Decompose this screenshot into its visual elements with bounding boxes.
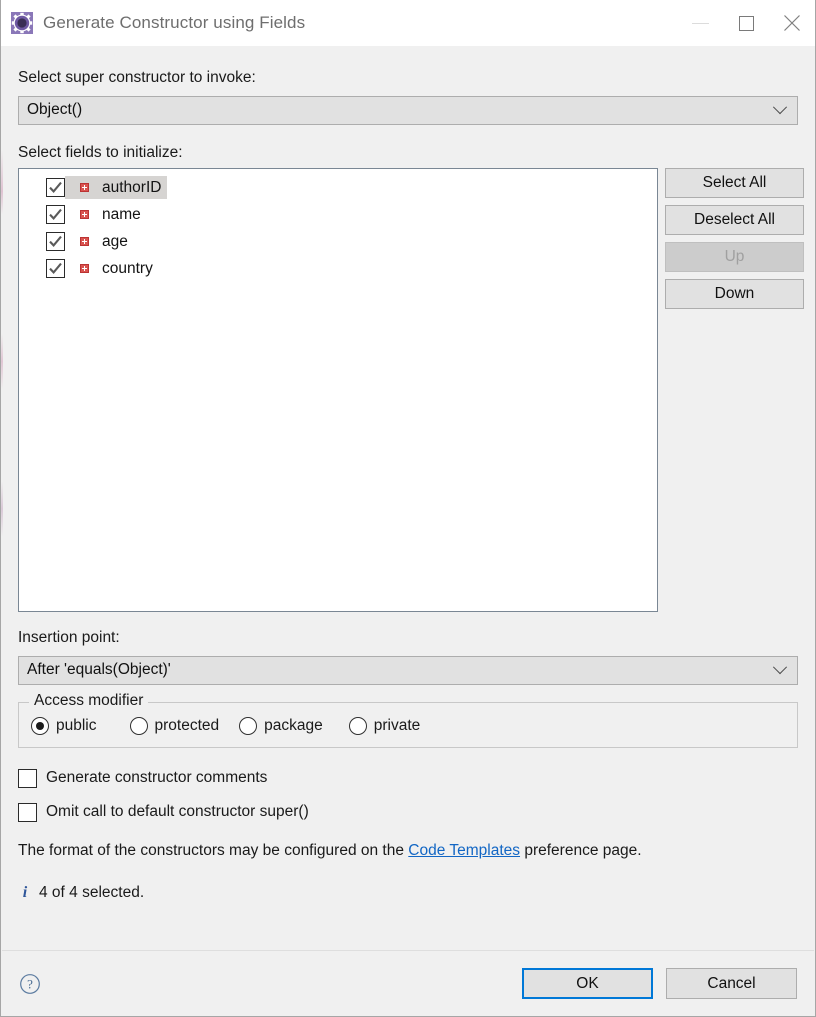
maximize-icon xyxy=(738,15,754,31)
chevron-down-icon xyxy=(772,660,788,675)
insertion-point-value: After 'equals(Object)' xyxy=(27,661,171,678)
private-field-icon xyxy=(76,264,92,273)
radio-public[interactable]: public xyxy=(31,716,97,735)
checkbox-indicator xyxy=(18,802,37,822)
radio-label: package xyxy=(264,716,323,734)
title-bar: Generate Constructor using Fields xyxy=(1,0,815,47)
access-modifier-group: Access modifier public protected package… xyxy=(18,692,798,748)
move-down-button[interactable]: Down xyxy=(665,279,804,309)
access-modifier-radios: public protected package private xyxy=(31,716,421,735)
close-icon xyxy=(784,15,800,31)
hint-suffix: preference page. xyxy=(520,841,642,859)
field-action-buttons: Select All Deselect All Up Down xyxy=(665,168,804,309)
field-entry[interactable]: country xyxy=(65,257,159,280)
svg-text:?: ? xyxy=(27,976,33,991)
super-constructor-combo[interactable]: Object() xyxy=(18,95,798,125)
minimize-button[interactable] xyxy=(677,0,723,46)
status-line: i 4 of 4 selected. xyxy=(18,884,798,902)
field-checkbox[interactable] xyxy=(46,259,65,278)
ok-button[interactable]: OK xyxy=(522,968,653,999)
list-item[interactable]: name xyxy=(19,201,657,228)
field-name: name xyxy=(102,205,141,223)
fields-label: Select fields to initialize: xyxy=(18,143,183,161)
field-entry[interactable]: age xyxy=(65,230,134,253)
private-field-icon xyxy=(76,237,92,246)
minimize-icon xyxy=(691,22,709,24)
option-label: Generate constructor comments xyxy=(46,769,268,786)
select-all-button[interactable]: Select All xyxy=(665,168,804,198)
generate-constructor-dialog: Generate Constructor using Fields Select… xyxy=(0,0,816,1017)
maximize-button[interactable] xyxy=(723,0,769,46)
field-entry[interactable]: authorID xyxy=(65,176,168,199)
radio-label: public xyxy=(56,716,97,734)
insertion-point-label: Insertion point: xyxy=(18,629,120,646)
field-checkbox[interactable] xyxy=(46,205,65,224)
list-item[interactable]: country xyxy=(19,255,657,282)
super-constructor-value: Object() xyxy=(27,101,83,118)
radio-indicator xyxy=(239,716,258,735)
radio-protected[interactable]: protected xyxy=(129,716,220,735)
super-constructor-dropdown-arrow[interactable] xyxy=(763,100,797,115)
move-up-button: Up xyxy=(665,242,804,272)
deselect-all-button[interactable]: Deselect All xyxy=(665,205,804,235)
radio-indicator xyxy=(31,716,49,735)
checkbox-indicator xyxy=(18,768,37,788)
list-item[interactable]: authorID xyxy=(19,174,657,201)
access-modifier-legend: Access modifier xyxy=(29,692,149,708)
field-name: country xyxy=(102,259,153,277)
check-icon xyxy=(49,208,62,220)
cancel-button[interactable]: Cancel xyxy=(666,968,797,999)
fields-region: authorID name age country Select All Des… xyxy=(18,168,804,612)
code-templates-link[interactable]: Code Templates xyxy=(408,842,520,859)
info-icon: i xyxy=(22,883,28,901)
field-checkbox[interactable] xyxy=(46,232,65,251)
fields-listbox[interactable]: authorID name age country xyxy=(18,168,658,612)
field-name: authorID xyxy=(102,178,162,196)
dialog-footer: ? OK Cancel xyxy=(2,950,814,1016)
insertion-point-dropdown-arrow[interactable] xyxy=(763,660,797,675)
check-icon xyxy=(49,262,62,274)
insertion-point-combo[interactable]: After 'equals(Object)' xyxy=(18,655,798,685)
dialog-content: Select super constructor to invoke: Obje… xyxy=(1,47,815,1016)
generate-comments-option[interactable]: Generate constructor comments xyxy=(18,768,798,788)
hint-prefix: The format of the constructors may be co… xyxy=(18,841,409,859)
help-icon[interactable]: ? xyxy=(19,973,41,995)
window-controls xyxy=(677,0,815,46)
list-item[interactable]: age xyxy=(19,228,657,255)
field-checkbox[interactable] xyxy=(46,178,65,197)
radio-indicator xyxy=(129,716,148,735)
field-entry[interactable]: name xyxy=(65,203,147,226)
radio-label: protected xyxy=(154,716,220,734)
radio-package[interactable]: package xyxy=(239,716,323,735)
radio-label: private xyxy=(373,716,421,734)
close-button[interactable] xyxy=(769,0,815,46)
private-field-icon xyxy=(76,210,92,219)
radio-private[interactable]: private xyxy=(348,716,421,735)
check-icon xyxy=(49,181,62,193)
check-icon xyxy=(49,235,62,247)
omit-super-call-option[interactable]: Omit call to default constructor super() xyxy=(18,802,798,822)
radio-indicator xyxy=(348,716,367,735)
option-label: Omit call to default constructor super() xyxy=(46,803,309,820)
private-field-icon xyxy=(76,183,92,192)
code-templates-hint: The format of the constructors may be co… xyxy=(18,842,798,860)
window-title: Generate Constructor using Fields xyxy=(43,13,306,32)
status-text: 4 of 4 selected. xyxy=(39,883,145,901)
chevron-down-icon xyxy=(772,100,788,115)
super-constructor-label: Select super constructor to invoke: xyxy=(18,69,256,86)
insertion-point-section: Insertion point: After 'equals(Object)' xyxy=(18,630,798,685)
eclipse-gear-icon xyxy=(11,12,33,34)
field-name: age xyxy=(102,232,128,250)
